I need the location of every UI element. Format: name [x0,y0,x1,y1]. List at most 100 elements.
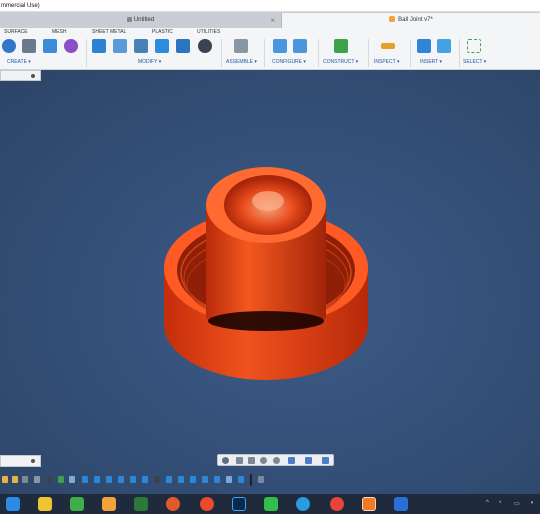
timeline-feature-icon[interactable] [106,476,112,483]
zoom-icon[interactable] [260,457,267,464]
move-icon[interactable] [198,39,212,53]
zoom-window-icon[interactable] [273,457,280,464]
insert-canvas-icon[interactable] [437,39,451,53]
timeline-feature-icon[interactable] [142,476,148,483]
fillet-icon[interactable] [113,39,127,53]
construct-menu[interactable]: CONSTRUCT ▾ [323,59,358,65]
divider [221,39,222,67]
timeline-feature-icon[interactable] [178,476,184,483]
grid-icon[interactable] [305,457,312,464]
mail-icon[interactable] [394,497,408,511]
assemble-menu[interactable]: ASSEMBLE ▾ [226,59,257,65]
battery-icon[interactable]: ▭ [514,500,520,507]
extrude-icon[interactable] [22,39,36,53]
shell-icon[interactable] [134,39,148,53]
timeline-feature-icon[interactable] [202,476,208,483]
explorer-icon[interactable] [38,497,52,511]
fusion-window: mmercial Use) Untitled × Ball Joint v7* … [0,0,540,514]
select-window-icon[interactable] [467,39,481,53]
look-icon[interactable] [236,457,243,464]
timeline-settings-icon[interactable] [258,476,264,483]
timeline-feature-icon[interactable] [46,476,52,483]
pan-icon[interactable] [248,457,255,464]
press-pull-icon[interactable] [92,39,106,53]
orbit-icon[interactable] [222,457,229,464]
timeline-feature-icon[interactable] [166,476,172,483]
ball-joint-model[interactable] [0,70,540,494]
chrome-alt-icon[interactable] [296,497,310,511]
create-sketch-icon[interactable] [2,39,16,53]
timeline-feature-icon[interactable] [226,476,232,483]
document-tabs: Untitled × Ball Joint v7* [0,12,540,28]
timeline-feature-icon[interactable] [154,476,160,483]
start-icon[interactable] [6,497,20,511]
timeline-feature-icon[interactable] [58,476,64,483]
fusion-active-icon[interactable] [362,497,376,511]
tab-utilities[interactable]: UTILITIES [197,29,220,35]
timeline-feature-icon[interactable] [190,476,196,483]
timeline-feature-icon[interactable] [214,476,220,483]
viewports-icon[interactable] [322,457,329,464]
telegram-icon[interactable] [264,497,278,511]
select-menu[interactable]: SELECT ▾ [463,59,486,65]
divider [264,39,265,67]
timeline-marker[interactable] [250,474,252,486]
fusion-doc-icon [389,16,396,23]
configure-table-icon[interactable] [293,39,307,53]
pattern-icon[interactable] [43,39,57,53]
timeline-feature-icon[interactable] [82,476,88,483]
inspect-menu[interactable]: INSPECT ▾ [374,59,399,65]
teams-icon[interactable] [232,497,246,511]
tab-untitled[interactable]: Untitled × [0,13,282,28]
modify-menu[interactable]: MODIFY ▾ [138,59,161,65]
insert-derive-icon[interactable] [417,39,431,53]
divider [86,39,87,67]
tab-plastic[interactable]: PLASTIC [152,29,173,35]
volume-icon[interactable]: ◖ [530,500,534,506]
create-menu[interactable]: CREATE ▾ [7,59,31,65]
joint-icon[interactable] [234,39,248,53]
divider [410,39,411,67]
timeline-feature-icon[interactable] [2,476,8,483]
calendar-icon[interactable] [102,497,116,511]
configure-menu[interactable]: CONFIGURE ▾ [272,59,306,65]
tab-ball-joint-label: Ball Joint v7* [398,17,433,23]
tab-ball-joint[interactable]: Ball Joint v7* [282,13,540,28]
fusion-icon[interactable] [330,497,344,511]
navigation-bar [217,454,334,466]
tray-chevron-icon[interactable]: ^ [486,500,489,506]
browser-panel[interactable] [0,70,41,81]
timeline-feature-icon[interactable] [118,476,124,483]
measure-icon[interactable] [381,43,395,49]
display-icon[interactable] [288,457,295,464]
toolbar-ribbon: SURFACE MESH SHEET METAL PLASTIC UTILITI… [0,28,540,70]
timeline-feature-icon[interactable] [94,476,100,483]
canvas-viewport[interactable] [0,70,540,494]
change-parameters-icon[interactable] [273,39,287,53]
timeline-feature-icon[interactable] [34,476,40,483]
combine-icon[interactable] [155,39,169,53]
store-icon[interactable] [70,497,84,511]
timeline-feature-icon[interactable] [238,476,244,483]
timeline-feature-icon[interactable] [130,476,136,483]
pin-icon[interactable] [31,459,35,463]
timeline-feature-icon[interactable] [22,476,28,483]
edge-icon[interactable] [134,497,148,511]
offset-plane-icon[interactable] [334,39,348,53]
timeline-feature-icon[interactable] [12,476,18,483]
divider [318,39,319,67]
network-icon[interactable]: ◔ [498,500,502,506]
insert-menu[interactable]: INSERT ▾ [420,59,442,65]
timeline-feature-icon[interactable] [69,476,75,483]
tab-mesh[interactable]: MESH [52,29,66,35]
comments-panel[interactable] [0,455,41,467]
tab-surface[interactable]: SURFACE [4,29,28,35]
tab-close-icon[interactable]: × [270,13,275,28]
divider [459,39,460,67]
chrome-icon[interactable] [166,497,180,511]
form-icon[interactable] [64,39,78,53]
pin-icon[interactable] [31,74,35,78]
split-icon[interactable] [176,39,190,53]
photoshop-icon[interactable] [200,497,214,511]
tab-sheet-metal[interactable]: SHEET METAL [92,29,126,35]
